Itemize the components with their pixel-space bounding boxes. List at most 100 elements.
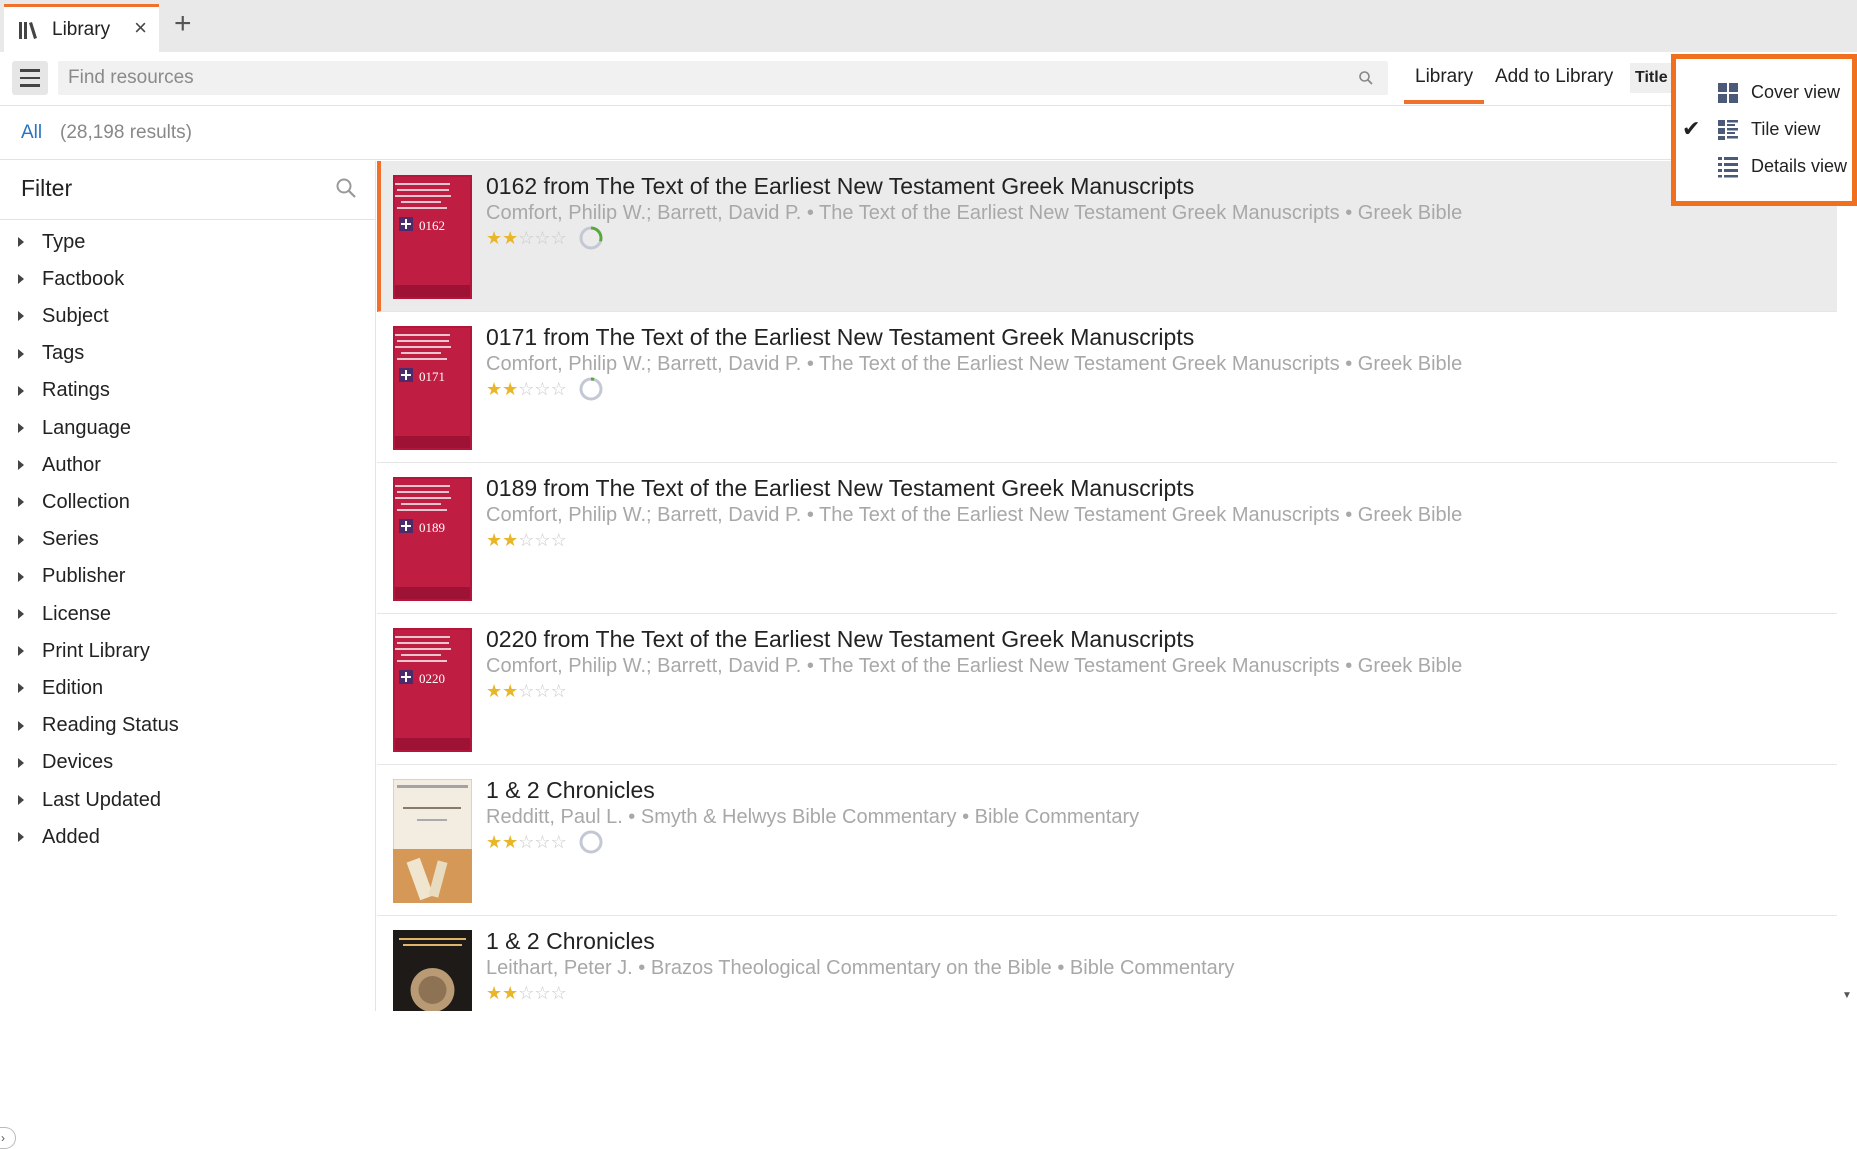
- book-cover: 0162: [393, 175, 472, 299]
- details-view-icon: [1718, 157, 1738, 178]
- view-option-tile-view[interactable]: ✔ Tile view: [1676, 113, 1852, 147]
- filter-facet-collection[interactable]: Collection: [18, 487, 130, 517]
- book-cover: 0220: [393, 628, 472, 752]
- view-option-cover-view[interactable]: Cover view: [1676, 76, 1852, 110]
- plus-icon[interactable]: +: [174, 9, 192, 39]
- facet-label: Last Updated: [42, 788, 161, 811]
- rating: ★★☆☆☆: [486, 226, 603, 250]
- filter-facet-license[interactable]: License: [18, 599, 111, 629]
- star-rating-icon[interactable]: ★★☆☆☆: [486, 227, 567, 249]
- scrollbar[interactable]: [1840, 161, 1857, 1011]
- search-icon[interactable]: [1358, 70, 1374, 86]
- star-rating-icon[interactable]: ★★☆☆☆: [486, 529, 567, 551]
- resource-meta: Leithart, Peter J. • Brazos Theological …: [486, 957, 1235, 979]
- caret-right-icon: [18, 646, 24, 657]
- filter-title: Filter: [21, 175, 73, 201]
- filter-facet-factbook[interactable]: Factbook: [18, 264, 124, 294]
- collapse-panel-button[interactable]: ›: [0, 1127, 16, 1149]
- close-icon[interactable]: ×: [134, 17, 147, 39]
- cover-view-icon: [1718, 83, 1738, 103]
- resource-title: 0171 from The Text of the Earliest New T…: [486, 324, 1195, 350]
- library-books-icon: [19, 21, 37, 39]
- toolbar: Library Add to Library Title: [0, 52, 1857, 106]
- facet-label: Series: [42, 528, 99, 551]
- rating: ★★☆☆☆: [486, 830, 603, 854]
- resource-list: 0162 0162 from The Text of the Earliest N…: [377, 161, 1837, 1011]
- caret-right-icon: [18, 497, 24, 508]
- resource-row[interactable]: 0162 0162 from The Text of the Earliest N…: [377, 161, 1837, 312]
- facet-label: Subject: [42, 304, 109, 327]
- filter-facet-series[interactable]: Series: [18, 525, 99, 555]
- add-to-library-tab[interactable]: Add to Library: [1495, 66, 1613, 88]
- tab-library[interactable]: Library ×: [4, 4, 159, 52]
- caret-right-icon: [18, 795, 24, 805]
- star-rating-icon[interactable]: ★★☆☆☆: [486, 831, 567, 853]
- facet-label: Language: [42, 416, 131, 439]
- caret-right-icon: [18, 832, 24, 843]
- cover-number: 0189: [419, 520, 445, 535]
- resource-title: 1 & 2 Chronicles: [486, 777, 655, 803]
- resource-meta: Comfort, Philip W.; Barrett, David P. • …: [486, 504, 1463, 526]
- resource-meta: Comfort, Philip W.; Barrett, David P. • …: [486, 655, 1463, 677]
- filter-facet-devices[interactable]: Devices: [18, 748, 113, 778]
- checkmark-icon: ✔: [1682, 116, 1701, 141]
- view-option-details-view[interactable]: Details view: [1676, 150, 1852, 184]
- view-mode-menu: Cover view ✔ Tile view Details view: [1671, 54, 1857, 206]
- search-input[interactable]: [58, 61, 1388, 95]
- caret-right-icon: [18, 720, 24, 731]
- star-rating-icon[interactable]: ★★☆☆☆: [486, 378, 567, 400]
- resource-row[interactable]: 0220 0220 from The Text of the Earliest N…: [377, 614, 1837, 765]
- star-rating-icon[interactable]: ★★☆☆☆: [486, 982, 567, 1004]
- library-tab[interactable]: Library: [1415, 66, 1473, 88]
- caret-right-icon: [18, 571, 24, 582]
- results-bar: All (28,198 results): [0, 106, 1857, 160]
- resource-row[interactable]: 0171 0171 from The Text of the Earliest N…: [377, 312, 1837, 463]
- resource-meta: Comfort, Philip W.; Barrett, David P. • …: [486, 202, 1463, 224]
- star-rating-icon[interactable]: ★★☆☆☆: [486, 680, 567, 702]
- tile-view-icon: [1718, 120, 1738, 140]
- filter-facet-author[interactable]: Author: [18, 450, 101, 480]
- caret-right-icon: [18, 311, 24, 322]
- filter-facet-last-updated[interactable]: Last Updated: [18, 785, 161, 815]
- filter-facet-tags[interactable]: Tags: [18, 339, 84, 369]
- rating: ★★☆☆☆: [486, 982, 567, 1004]
- facet-label: Edition: [42, 676, 104, 699]
- rating: ★★☆☆☆: [486, 680, 567, 702]
- search-icon[interactable]: [335, 177, 357, 199]
- book-cover: 0171: [393, 326, 472, 450]
- filter-facet-type[interactable]: Type: [18, 227, 85, 257]
- facet-label: Author: [42, 453, 101, 476]
- book-cover: [393, 930, 472, 1011]
- caret-right-icon: [18, 237, 24, 247]
- resource-title: 1 & 2 Chronicles: [486, 928, 655, 954]
- caret-right-icon: [18, 348, 24, 359]
- book-cover: [393, 779, 472, 903]
- hamburger-menu-button[interactable]: [12, 61, 48, 95]
- filter-facet-print-library[interactable]: Print Library: [18, 636, 150, 666]
- all-results-link[interactable]: All: [21, 122, 42, 144]
- filter-facet-edition[interactable]: Edition: [18, 673, 103, 703]
- resource-row[interactable]: 1 & 2 Chronicles Redditt, Paul L. • Smyth…: [377, 765, 1837, 916]
- filter-facet-ratings[interactable]: Ratings: [18, 376, 110, 406]
- filter-facet-language[interactable]: Language: [18, 413, 131, 443]
- reading-progress-icon: [579, 830, 603, 854]
- search-box: [58, 61, 1388, 95]
- reading-progress-icon: [579, 377, 603, 401]
- view-option-label: Tile view: [1751, 119, 1821, 139]
- resource-row[interactable]: 1 & 2 Chronicles Leithart, Peter J. • Bra…: [377, 916, 1837, 1011]
- cover-number: 0171: [419, 369, 445, 384]
- resource-meta: Redditt, Paul L. • Smyth & Helwys Bible …: [486, 806, 1140, 828]
- scroll-down-icon[interactable]: ▼: [1842, 990, 1852, 1001]
- caret-right-icon: [18, 274, 24, 285]
- resource-row[interactable]: 0189 0189 from The Text of the Earliest N…: [377, 463, 1837, 614]
- filter-facet-subject[interactable]: Subject: [18, 301, 109, 331]
- filter-facet-publisher[interactable]: Publisher: [18, 562, 125, 592]
- view-option-label: Cover view: [1751, 82, 1841, 102]
- rating: ★★☆☆☆: [486, 377, 603, 401]
- facet-label: Devices: [42, 751, 114, 774]
- filter-facet-reading-status[interactable]: Reading Status: [18, 711, 179, 741]
- tab-strip: Library × +: [0, 0, 1857, 52]
- results-count: (28,198 results): [60, 122, 193, 143]
- filter-facet-added[interactable]: Added: [18, 822, 100, 852]
- reading-progress-icon: [579, 226, 603, 250]
